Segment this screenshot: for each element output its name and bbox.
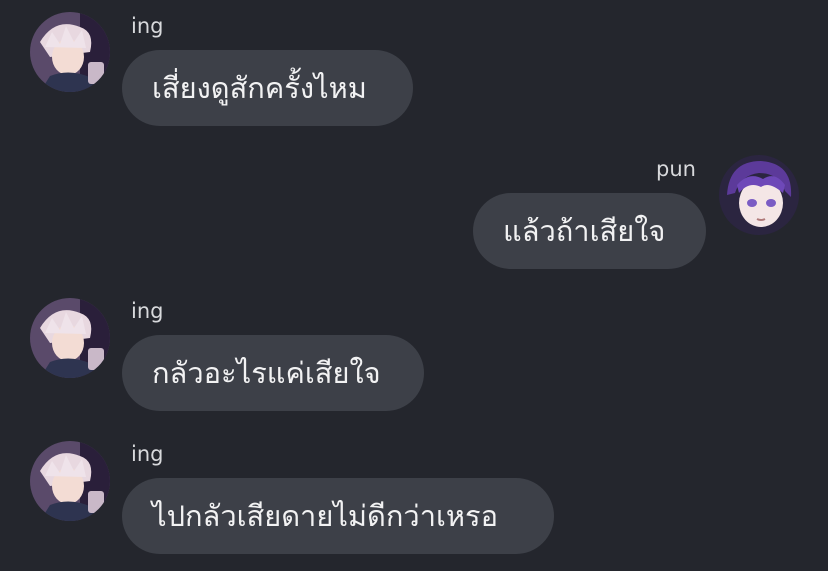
- sender-name: ing: [131, 442, 164, 466]
- sender-name: pun: [656, 157, 696, 181]
- ing-avatar-icon[interactable]: [30, 441, 110, 521]
- ing-avatar-icon[interactable]: [30, 298, 110, 378]
- pun-avatar-icon[interactable]: [719, 155, 799, 235]
- sender-name: ing: [131, 14, 164, 38]
- message-bubble[interactable]: กลัวอะไรแค่เสียใจ: [122, 335, 424, 411]
- message-bubble[interactable]: แล้วถ้าเสียใจ: [473, 193, 706, 269]
- ing-avatar-icon[interactable]: [30, 12, 110, 92]
- message-bubble[interactable]: ไปกลัวเสียดายไม่ดีกว่าเหรอ: [122, 478, 554, 554]
- chat-thread: ing เสี่ยงดูสักครั้งไหม pun แล้วถ้าเสียใ…: [0, 0, 828, 571]
- sender-name: ing: [131, 299, 164, 323]
- message-bubble[interactable]: เสี่ยงดูสักครั้งไหม: [122, 50, 413, 126]
